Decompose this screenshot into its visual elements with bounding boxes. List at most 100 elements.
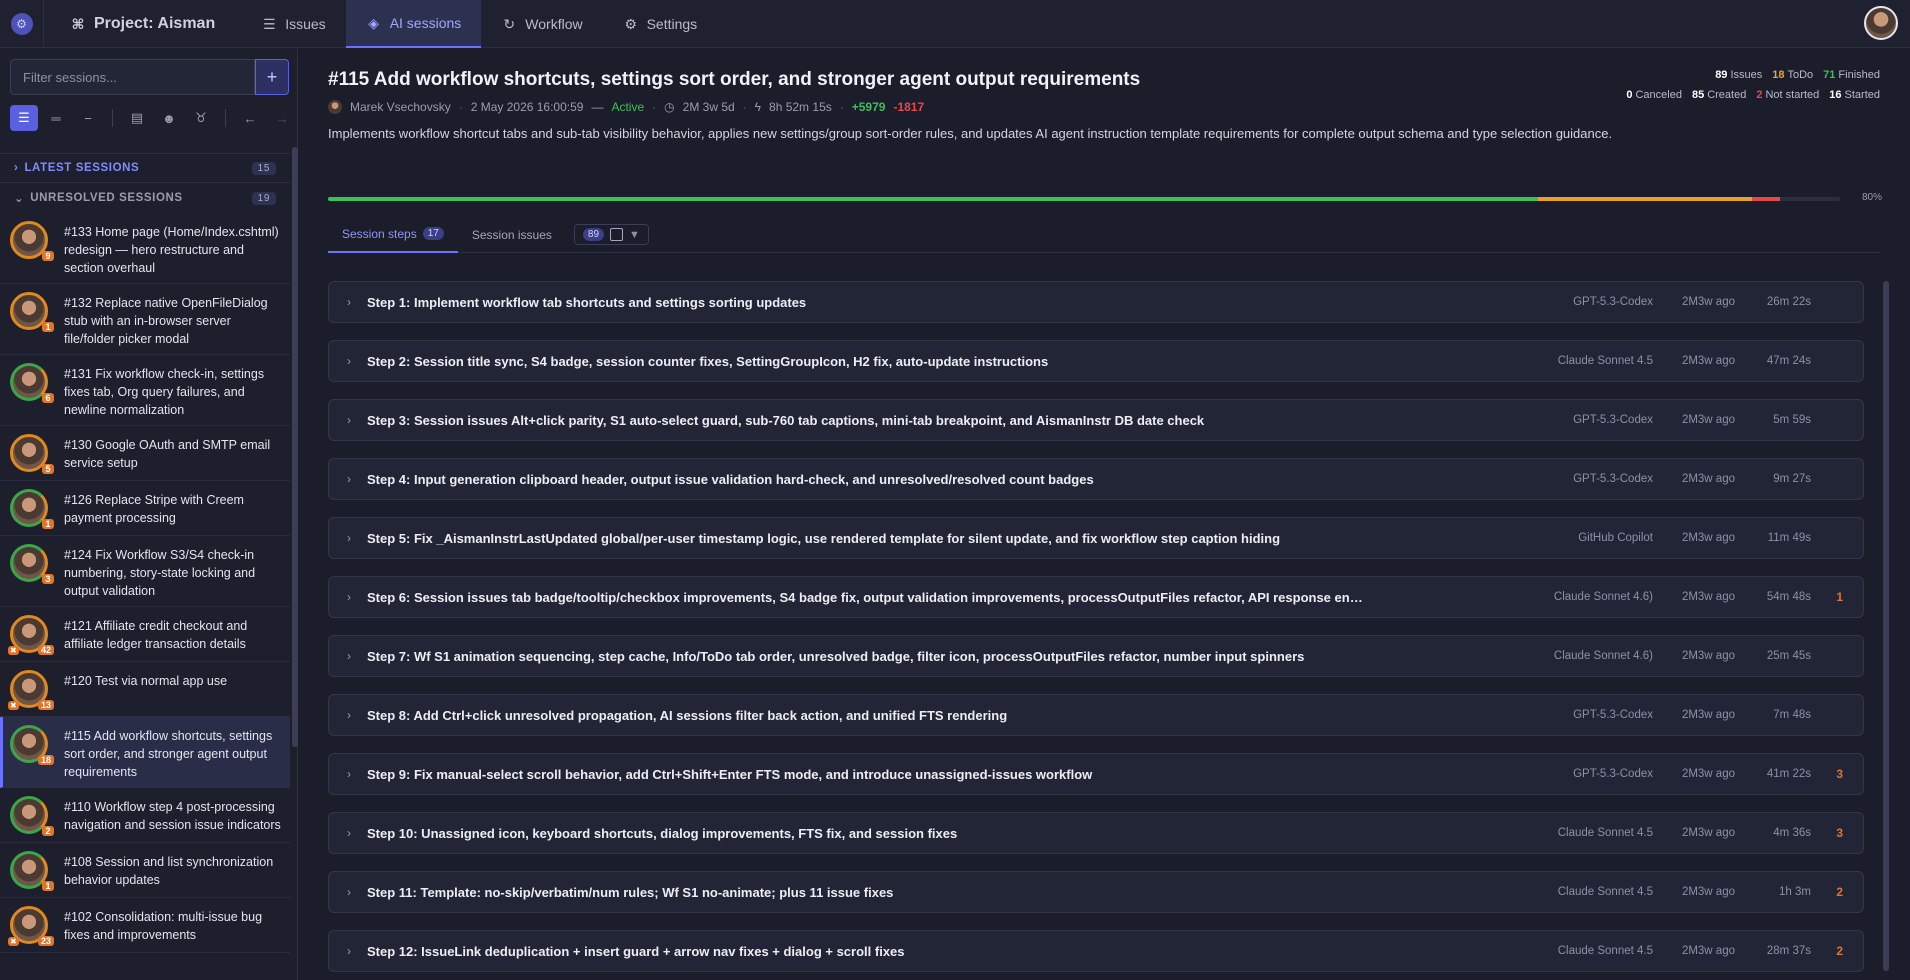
session-item-title: #126 Replace Stripe with Creem payment p… (64, 493, 244, 525)
step-title: Step 2: Session title sync, S4 badge, se… (367, 353, 1049, 369)
session-list-item[interactable]: ✖ 42 #121 Affiliate credit checkout and af… (0, 607, 290, 662)
list-detailed-icon: ☰ (18, 110, 30, 125)
session-step-row[interactable]: › Step 9: Fix manual-select scroll behavi… (328, 753, 1864, 795)
session-step-row[interactable]: › Step 2: Session title sync, S4 badge, s… (328, 340, 1864, 382)
session-list-item[interactable]: ✖ 23 #102 Consolidation: multi-issue bug f… (0, 898, 290, 953)
users-icon: ☻ (162, 110, 176, 126)
view-detailed-list-button[interactable]: ☰ (10, 105, 38, 131)
plus-icon: + (266, 66, 278, 87)
chevron-right-icon: › (14, 162, 19, 174)
issues-filter-group[interactable]: 89 ▼ (573, 224, 649, 245)
archive-icon: ▤ (130, 110, 144, 125)
session-steps-list: › Step 1: Implement workflow tab shortcut… (328, 281, 1866, 980)
session-item-title: #133 Home page (Home/Index.cshtml) redes… (64, 225, 279, 275)
step-issue-count: 3 (1836, 826, 1843, 840)
session-list-item[interactable]: 3 #124 Fix Workflow S3/S4 check-in number… (0, 536, 290, 607)
chevron-right-icon: › (347, 472, 351, 486)
session-step-row[interactable]: › Step 1: Implement workflow tab shortcut… (328, 281, 1864, 323)
session-issue-badge: 13 (37, 700, 54, 710)
session-item-title: #115 Add workflow shortcuts, settings so… (64, 729, 273, 779)
clock-icon: ◷ (664, 100, 675, 114)
step-time-ago: 2M3w ago (1681, 768, 1735, 780)
stat-todo: 18 ToDo (1772, 69, 1814, 81)
session-list-item[interactable]: 9 #133 Home page (Home/Index.cshtml) rede… (0, 213, 290, 284)
meta-separator: · (839, 100, 844, 114)
nav-tab-workflow[interactable]: ↻ Workflow (481, 0, 602, 48)
view-minimal-list-button[interactable]: − (74, 105, 102, 131)
step-title: Step 11: Template: no-skip/verbatim/num … (367, 884, 894, 900)
step-time-ago: 2M3w ago (1681, 296, 1735, 308)
step-time-ago: 2M3w ago (1681, 591, 1735, 603)
session-step-row[interactable]: › Step 8: Add Ctrl+click unresolved propa… (328, 694, 1864, 736)
filter-funnel-icon[interactable]: ▼ (629, 229, 640, 241)
step-model: GPT-5.3-Codex (1573, 296, 1653, 308)
top-navigation-bar: ⚙ ⌘ Project: Aisman ☰ Issues ◈ AI sessio… (0, 0, 1910, 48)
toolbar-divider (112, 109, 113, 127)
latest-sessions-header[interactable]: › LATEST SESSIONS 15 (0, 153, 290, 183)
step-title: Step 7: Wf S1 animation sequencing, step… (367, 648, 1305, 664)
lines-removed: -1817 (893, 100, 925, 114)
select-all-checkbox[interactable] (610, 228, 624, 241)
arrow-right-icon: → (275, 110, 289, 126)
stats-row-2: 0 Canceled 85 Created 2 Not started 16 Start… (1560, 89, 1880, 101)
step-duration: 9m 27s (1773, 473, 1811, 485)
session-avatar: ✖ 13 (8, 670, 54, 710)
robot-logo-icon: ⚙ (10, 13, 33, 35)
session-item-title: #120 Test via normal app use (64, 674, 228, 688)
tab-session-steps-label: Session steps (342, 226, 417, 241)
session-author[interactable]: Marek Vsechovsky (350, 100, 451, 114)
forward-button[interactable]: → (268, 105, 296, 131)
tab-session-issues[interactable]: Session issues (458, 217, 566, 253)
back-button[interactable]: ← (236, 105, 264, 131)
session-list-item[interactable]: 1 #126 Replace Stripe with Creem payment … (0, 481, 290, 536)
meta-dash: — (591, 100, 604, 114)
nav-tab-issues[interactable]: ☰ Issues (241, 0, 345, 48)
step-model: Claude Sonnet 4.5 (1557, 355, 1653, 367)
chevron-right-icon: › (347, 826, 351, 840)
session-list-item[interactable]: 1 #132 Replace native OpenFileDialog stub… (0, 284, 290, 355)
session-step-row[interactable]: › Step 6: Session issues tab badge/toolti… (328, 576, 1864, 618)
steps-scrollbar[interactable] (1883, 281, 1889, 971)
agent-button[interactable]: ♉ (187, 105, 215, 131)
nav-tab-settings-label: Settings (646, 16, 698, 32)
archive-button[interactable]: ▤ (123, 105, 151, 131)
step-title: Step 10: Unassigned icon, keyboard short… (367, 825, 958, 841)
step-duration: 5m 59s (1773, 414, 1811, 426)
session-list-item[interactable]: 5 #130 Google OAuth and SMTP email servic… (0, 426, 290, 481)
session-list-item[interactable]: 6 #131 Fix workflow check-in, settings fi… (0, 355, 290, 426)
app-logo[interactable]: ⚙ (0, 0, 44, 48)
user-avatar[interactable] (1864, 6, 1898, 40)
progress-segment (1537, 197, 1753, 201)
add-session-button[interactable]: + (255, 59, 289, 95)
session-list-item[interactable]: ✖ 13 #120 Test via normal app use (0, 662, 290, 717)
nav-tab-ai-sessions[interactable]: ◈ AI sessions (345, 0, 482, 48)
unresolved-sessions-header[interactable]: ⌄ UNRESOLVED SESSIONS 19 (0, 183, 290, 213)
step-issue-count: 2 (1836, 885, 1843, 899)
session-list-item[interactable]: 18 #115 Add workflow shortcuts, settings … (0, 717, 290, 788)
session-status: Active (611, 100, 645, 114)
session-step-row[interactable]: › Step 4: Input generation clipboard head… (328, 458, 1864, 500)
session-list-item[interactable]: 2 #110 Workflow step 4 post-processing na… (0, 788, 290, 843)
step-issue-count: 1 (1836, 590, 1843, 604)
session-issue-badge: 2 (42, 826, 54, 836)
step-model: Claude Sonnet 4.6) (1553, 591, 1653, 603)
stat-created: 85 Created (1691, 89, 1747, 101)
step-model: Claude Sonnet 4.6) (1553, 650, 1653, 662)
session-step-row[interactable]: › Step 7: Wf S1 animation sequencing, ste… (328, 635, 1864, 677)
session-step-row[interactable]: › Step 11: Template: no-skip/verbatim/num… (328, 871, 1864, 913)
nav-tab-settings[interactable]: ⚙ Settings (603, 0, 718, 48)
session-step-row[interactable]: › Step 5: Fix _AismanInstrLastUpdated glo… (328, 517, 1864, 559)
session-step-row[interactable]: › Step 3: Session issues Alt+click parity… (328, 399, 1864, 441)
group-users-button[interactable]: ☻ (155, 105, 183, 131)
filter-sessions-input[interactable] (10, 59, 255, 95)
view-compact-list-button[interactable]: ═ (42, 105, 70, 131)
sidebar-scrollbar[interactable] (292, 147, 298, 747)
session-list-item[interactable]: 1 #108 Session and list synchronization b… (0, 843, 290, 898)
tab-session-steps[interactable]: Session steps 17 (328, 217, 458, 253)
step-duration: 4m 36s (1773, 827, 1811, 839)
session-step-row[interactable]: › Step 10: Unassigned icon, keyboard shor… (328, 812, 1864, 854)
session-step-row[interactable]: › Step 12: IssueLink deduplication + inse… (328, 930, 1864, 972)
session-avatar: 1 (10, 489, 54, 529)
project-selector[interactable]: ⌘ Project: Aisman (44, 0, 241, 48)
latest-sessions-label: LATEST SESSIONS (24, 162, 140, 174)
